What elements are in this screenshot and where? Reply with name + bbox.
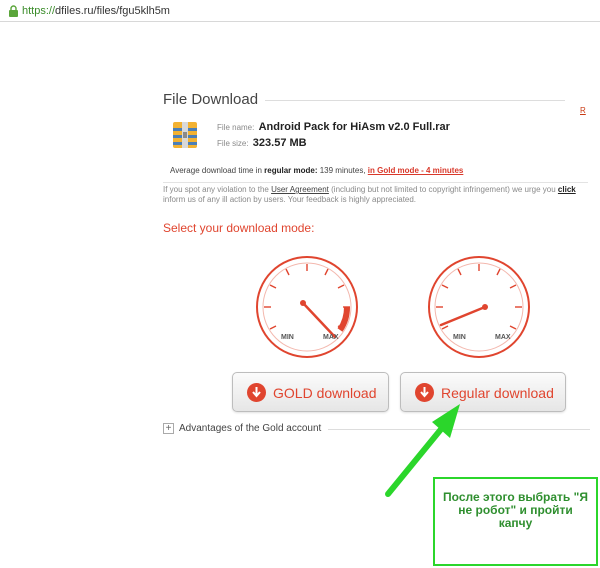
- gold-mode-link[interactable]: in Gold mode - 4 minutes: [368, 166, 464, 175]
- url-scheme: https://: [22, 5, 56, 17]
- file-name-label: File name:: [217, 123, 255, 132]
- advantages-expand-toggle[interactable]: +: [163, 423, 174, 434]
- page-title: File Download: [163, 91, 259, 108]
- download-time-mode: regular mode:: [264, 166, 318, 175]
- file-name-row: File name: Android Pack for HiAsm v2.0 F…: [217, 121, 450, 133]
- gold-download-button[interactable]: GOLD download: [232, 372, 389, 412]
- notice-line-2: inform us of any ill action by users. Yo…: [163, 195, 417, 204]
- url-text[interactable]: https://dfiles.ru/files/fgu5klh5m: [22, 5, 170, 17]
- gold-gauge-min: MIN: [281, 334, 294, 341]
- lock-icon: [9, 5, 18, 17]
- regular-gauge-max: MAX: [495, 334, 511, 341]
- corner-link[interactable]: R: [580, 106, 586, 115]
- notice-line-1: If you spot any violation to the User Ag…: [163, 185, 593, 194]
- download-time-info: Average download time in regular mode: 1…: [170, 166, 463, 175]
- url-path: dfiles.ru/files/fgu5klh5m: [55, 5, 170, 17]
- notice-prefix: If you spot any violation to the: [163, 185, 269, 194]
- download-time-prefix: Average download time in: [170, 166, 262, 175]
- download-mode-title: Select your download mode:: [163, 221, 315, 235]
- notice-divider: [163, 182, 588, 183]
- address-bar[interactable]: https://dfiles.ru/files/fgu5klh5m: [0, 0, 600, 22]
- file-size: 323.57 MB: [252, 137, 307, 149]
- title-divider: [265, 100, 565, 101]
- file-size-label: File size:: [217, 139, 249, 148]
- gold-download-label: GOLD download: [273, 385, 377, 401]
- notice-suffix: (including but not limited to copyright …: [331, 185, 556, 194]
- archive-icon: [173, 122, 197, 148]
- file-name: Android Pack for HiAsm v2.0 Full.rar: [258, 121, 450, 133]
- report-click-link[interactable]: click: [558, 185, 576, 194]
- file-size-row: File size: 323.57 MB: [217, 137, 307, 149]
- download-arrow-icon: [247, 383, 266, 402]
- gold-speed-gauge: MIN MAX: [256, 256, 358, 358]
- regular-gauge-min: MIN: [453, 334, 466, 341]
- regular-speed-gauge: MIN MAX: [428, 256, 530, 358]
- user-agreement-link[interactable]: User Agreement: [271, 185, 329, 194]
- annotation-box: После этого выбрать "Я не робот" и пройт…: [433, 477, 598, 566]
- advantages-link[interactable]: Advantages of the Gold account: [179, 423, 321, 434]
- annotation-text: После этого выбрать "Я не робот" и пройт…: [443, 490, 588, 530]
- gold-gauge-max: MAX: [323, 334, 339, 341]
- download-time-regular: 139 minutes,: [319, 166, 366, 175]
